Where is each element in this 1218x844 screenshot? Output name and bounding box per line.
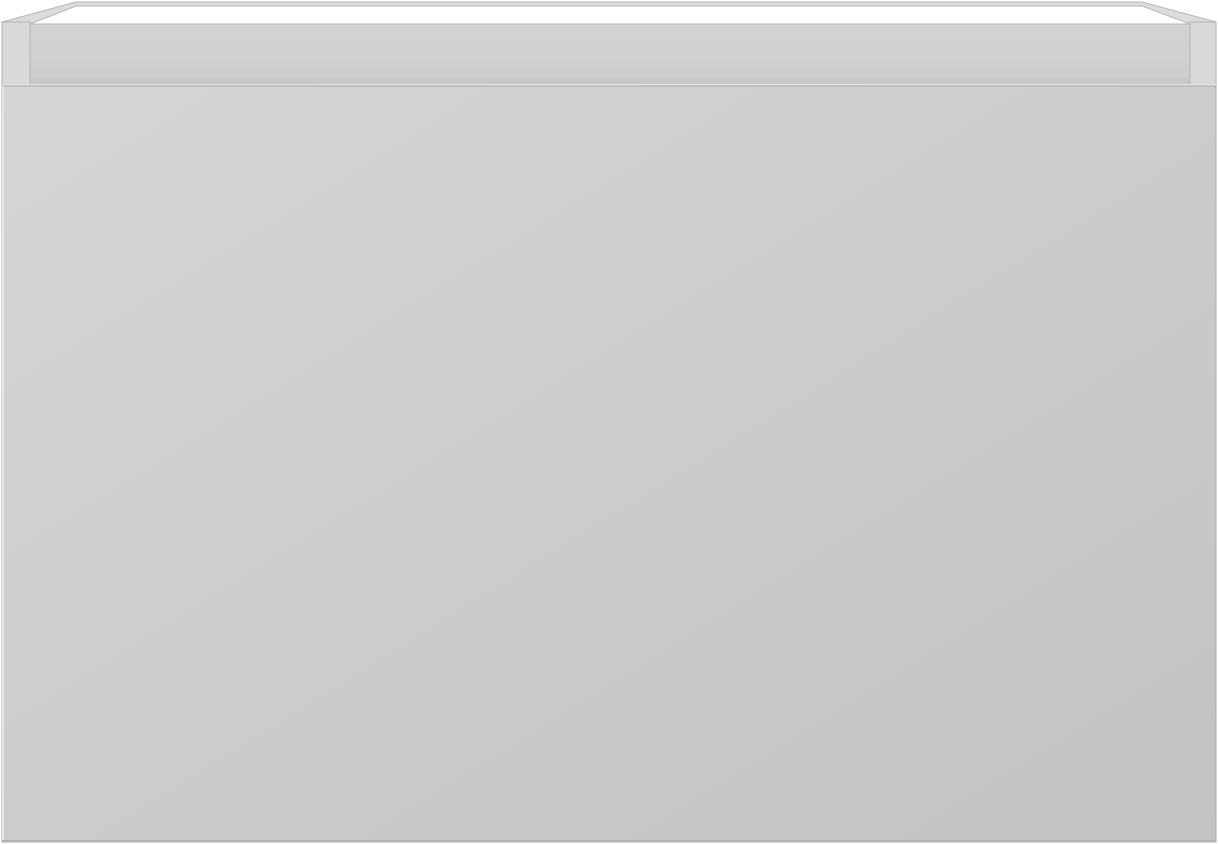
inner-back-wall	[29, 23, 1191, 85]
front-left-edge	[2, 86, 4, 842]
drawer-front-panel	[1, 85, 1217, 843]
left-side-wall	[1, 21, 31, 87]
cabinet-illustration	[0, 0, 1218, 844]
inner-shadow	[30, 78, 1190, 84]
right-side-wall	[1189, 21, 1217, 87]
product-render	[0, 0, 1218, 844]
bottom-edge	[2, 840, 1216, 842]
